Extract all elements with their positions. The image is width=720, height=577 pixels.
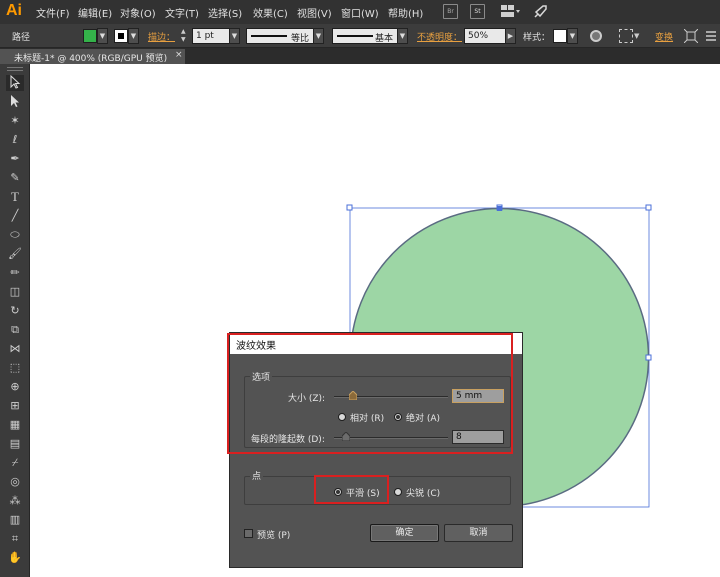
rotate-tool-icon[interactable]: ↻ (6, 303, 24, 319)
menu-help[interactable]: 帮助(H) (388, 5, 423, 20)
opacity-field[interactable]: 50% (464, 28, 506, 44)
highlight-smooth-box (314, 475, 389, 504)
object-type-label: 路径 (12, 33, 31, 43)
anchor-top (497, 206, 502, 211)
workspace-layout-icon[interactable] (500, 4, 522, 19)
menu-edit[interactable]: 编辑(E) (78, 5, 112, 20)
pencil-tool-icon[interactable]: ✏ (6, 265, 24, 281)
cancel-button[interactable]: 取消 (444, 524, 513, 542)
menu-effect[interactable]: 效果(C) (253, 5, 288, 20)
brush-definition[interactable]: 基本 (332, 28, 398, 44)
hand-tool-icon[interactable]: ✋ (6, 550, 24, 566)
highlight-options-box (227, 333, 513, 454)
magic-wand-tool-icon[interactable]: ✶ (6, 113, 24, 129)
menu-file[interactable]: 文件(F) (36, 5, 70, 20)
type-tool-icon[interactable]: T (6, 189, 24, 205)
blend-tool-icon[interactable]: ◎ (6, 474, 24, 490)
handle-right-center (645, 354, 652, 361)
profile-dropdown-icon[interactable]: ▼ (313, 28, 324, 44)
scale-tool-icon[interactable]: ⧉ (6, 322, 24, 338)
handle-top-left (346, 204, 353, 211)
artboard-tool-icon[interactable]: ⌗ (6, 531, 24, 547)
eyedropper-tool-icon[interactable]: ⌿ (6, 455, 24, 471)
fill-dropdown-icon[interactable]: ▼ (97, 28, 108, 44)
shape-builder-tool-icon[interactable]: ⊕ (6, 379, 24, 395)
control-bar: 路径 ▼ ▼ 描边： ▲ ▼ 1 pt ▼ 等比 ▼ 基本 ▼ 不透明度： 50%… (0, 24, 720, 48)
gpu-rocket-icon[interactable] (532, 4, 548, 20)
column-graph-tool-icon[interactable]: ▥ (6, 512, 24, 528)
perspective-grid-tool-icon[interactable]: ⊞ (6, 398, 24, 414)
stroke-weight-dropdown-icon[interactable]: ▼ (229, 28, 240, 44)
align-icon[interactable] (619, 29, 633, 43)
free-transform-tool-icon[interactable]: ⬚ (6, 360, 24, 376)
panel-menu-icon[interactable] (705, 30, 717, 42)
zig-zag-dialog: 波纹效果 选项 大小 (Z): 5 mm 相对 (R) 绝对 (A) 每段的隆起… (227, 332, 523, 568)
brush-label: 基本 (375, 34, 394, 44)
mesh-tool-icon[interactable]: ▦ (6, 417, 24, 433)
gradient-tool-icon[interactable]: ▤ (6, 436, 24, 452)
points-group-title: 点 (250, 469, 264, 482)
pen-tool-icon[interactable]: ✒ (6, 151, 24, 167)
variable-width-profile[interactable]: 等比 (246, 28, 314, 44)
stroke-weight-spinner-icon[interactable]: ▲ ▼ (181, 28, 191, 44)
close-tab-icon[interactable]: × (175, 50, 183, 60)
document-tab-title: 未标题-1* @ 400% (RGB/GPU 预览) (14, 54, 168, 64)
corner-radio[interactable] (394, 488, 402, 496)
document-tab[interactable]: 未标题-1* @ 400% (RGB/GPU 预览) × (0, 49, 185, 64)
toolbar-grip[interactable] (7, 67, 23, 71)
menu-select[interactable]: 选择(S) (208, 5, 242, 20)
opacity-label[interactable]: 不透明度： (417, 30, 462, 43)
menu-bar: Ai 文件(F) 编辑(E) 对象(O) 文字(T) 选择(S) 效果(C) 视… (0, 0, 720, 24)
recolor-artwork-icon[interactable] (590, 30, 602, 42)
lasso-tool-icon[interactable]: ℓ (6, 132, 24, 148)
direct-selection-tool-icon[interactable] (6, 94, 24, 110)
preview-checkbox[interactable] (244, 529, 253, 538)
profile-label: 等比 (291, 34, 310, 44)
bridge-icon[interactable]: Br (443, 4, 458, 19)
stroke-weight-field[interactable]: 1 pt (192, 28, 230, 44)
paintbrush-tool-icon[interactable]: 🖌 (6, 246, 24, 262)
ok-button[interactable]: 确定 (370, 524, 439, 542)
transform-label[interactable]: 变换 (655, 30, 673, 43)
style-dropdown-icon[interactable]: ▼ (567, 28, 578, 44)
selection-tool-icon[interactable] (6, 74, 24, 91)
tools-panel: ✶ ℓ ✒ ✎ T ╱ ⬭ 🖌 ✏ ◫ ↻ ⧉ ⋈ ⬚ ⊕ ⊞ ▦ ▤ ⌿ ◎ … (0, 64, 30, 577)
handle-top-right (645, 204, 652, 211)
line-tool-icon[interactable]: ╱ (6, 208, 24, 224)
corner-label[interactable]: 尖锐 (C) (406, 486, 440, 499)
isolate-object-icon[interactable] (683, 28, 699, 44)
align-dropdown-icon[interactable]: ▼ (634, 32, 639, 40)
menu-window[interactable]: 窗口(W) (341, 5, 379, 20)
opacity-dropdown-icon[interactable]: ▶ (505, 28, 516, 44)
fill-swatch[interactable] (83, 29, 97, 43)
stroke-dropdown-icon[interactable]: ▼ (128, 28, 139, 44)
stroke-swatch[interactable] (114, 29, 128, 43)
width-tool-icon[interactable]: ⋈ (6, 341, 24, 357)
preview-label[interactable]: 预览 (P) (257, 528, 290, 541)
style-label: 样式： (523, 33, 551, 43)
brush-dropdown-icon[interactable]: ▼ (397, 28, 408, 44)
menu-type[interactable]: 文字(T) (165, 5, 199, 20)
stroke-label[interactable]: 描边： (148, 30, 175, 43)
ellipse-tool-icon[interactable]: ⬭ (6, 227, 24, 243)
eraser-tool-icon[interactable]: ◫ (6, 284, 24, 300)
stock-icon[interactable]: St (470, 4, 485, 19)
menu-object[interactable]: 对象(O) (120, 5, 156, 20)
style-swatch[interactable] (553, 29, 567, 43)
curvature-tool-icon[interactable]: ✎ (6, 170, 24, 186)
app-logo: Ai (6, 2, 22, 19)
menu-view[interactable]: 视图(V) (297, 5, 332, 20)
symbol-sprayer-tool-icon[interactable]: ⁂ (6, 493, 24, 509)
